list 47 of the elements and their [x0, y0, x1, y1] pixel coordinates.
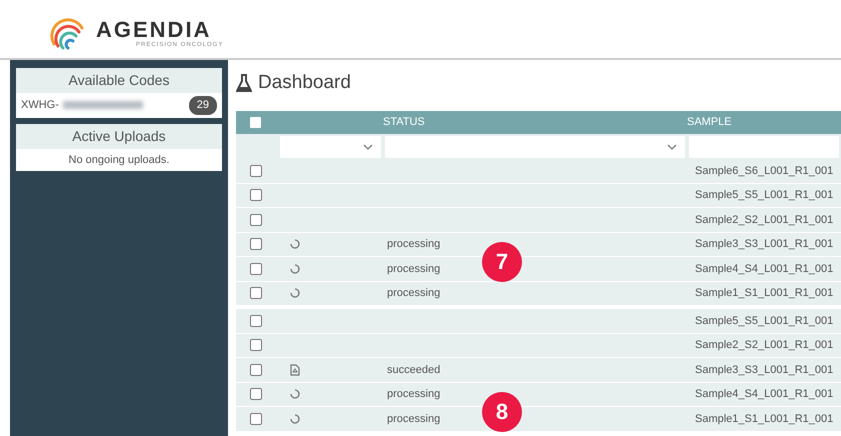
logo-wordmark: AGENDIA: [96, 18, 212, 40]
sample-name: Sample2_S2_L001_R1_001: [695, 339, 834, 351]
status-text: processing: [387, 412, 440, 424]
status-text: processing: [387, 238, 440, 250]
status-text: processing: [387, 287, 440, 299]
row-checkbox[interactable]: [250, 339, 262, 352]
row-checkbox[interactable]: [250, 287, 262, 300]
spinner-icon: [290, 389, 300, 400]
select-all-checkbox[interactable]: [250, 117, 261, 128]
panel-title: Available Codes: [16, 68, 222, 93]
chevron-down-icon: [363, 144, 373, 150]
row-checkbox[interactable]: [250, 314, 262, 327]
row-checkbox[interactable]: [250, 412, 262, 425]
sample-name: Sample3_S3_L001_R1_001: [695, 238, 834, 250]
spinner-icon: [290, 414, 300, 424]
spinner-icon: [290, 239, 300, 250]
status-text: processing: [387, 262, 440, 274]
sample-name: Sample5_S5_L001_R1_001: [695, 314, 834, 326]
sample-name: Sample2_S2_L001_R1_001: [695, 214, 834, 226]
count-badge: 29: [188, 96, 217, 114]
status-text: succeeded: [387, 364, 440, 376]
status-text: processing: [387, 388, 440, 400]
sample-name: Sample6_S6_L001_R1_001: [695, 164, 834, 176]
sample-name: Sample1_S1_L001_R1_001: [695, 287, 834, 299]
row-checkbox[interactable]: [250, 189, 262, 202]
column-header: STATUS: [383, 116, 425, 128]
row-checkbox[interactable]: [250, 238, 262, 250]
sample-name: Sample1_S1_L001_R1_001: [695, 412, 834, 424]
row-checkbox[interactable]: [250, 364, 262, 376]
chevron-down-icon: [667, 144, 677, 150]
code-text: XWHG-: [21, 98, 59, 113]
row-checkbox[interactable]: [250, 262, 262, 275]
sample-name: Sample4_S4_L001_R1_001: [695, 262, 834, 274]
panel-title: Active Uploads: [16, 124, 222, 148]
row-checkbox[interactable]: [250, 214, 262, 226]
page-title: Dashboard: [258, 70, 351, 95]
sample-name: Sample5_S5_L001_R1_001: [695, 189, 834, 201]
column-header: SAMPLE: [687, 116, 732, 128]
flask-icon: [236, 74, 252, 92]
spinner-icon: [290, 288, 300, 298]
document-icon[interactable]: [290, 364, 300, 376]
sample-name: Sample4_S4_L001_R1_001: [695, 388, 834, 400]
row-checkbox[interactable]: [250, 388, 262, 400]
row-checkbox[interactable]: [250, 164, 262, 177]
empty-message: No ongoing uploads.: [68, 152, 170, 168]
sample-name: Sample3_S3_L001_R1_001: [695, 364, 834, 376]
spinner-icon: [290, 264, 300, 274]
